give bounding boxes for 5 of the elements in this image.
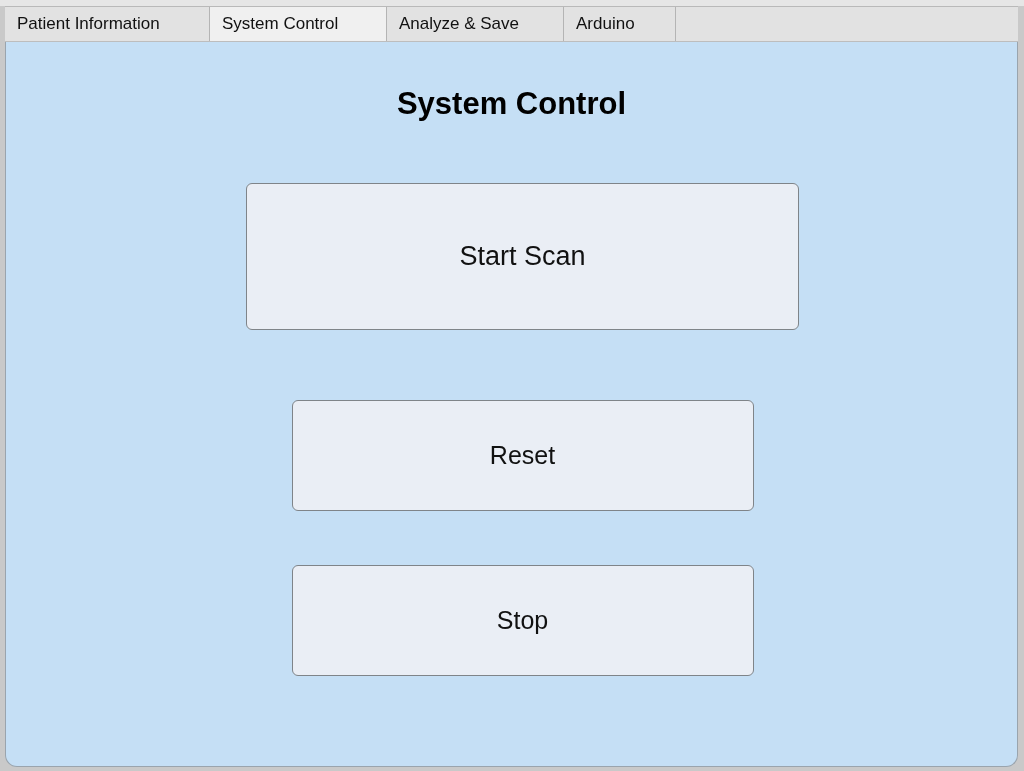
start-button[interactable]: Start Scan <box>246 183 799 330</box>
tab[interactable]: System Control <box>210 7 387 41</box>
panel-title: System Control <box>396 86 627 122</box>
action-button[interactable]: Reset <box>291 400 754 511</box>
action-button[interactable]: Stop <box>291 565 754 676</box>
